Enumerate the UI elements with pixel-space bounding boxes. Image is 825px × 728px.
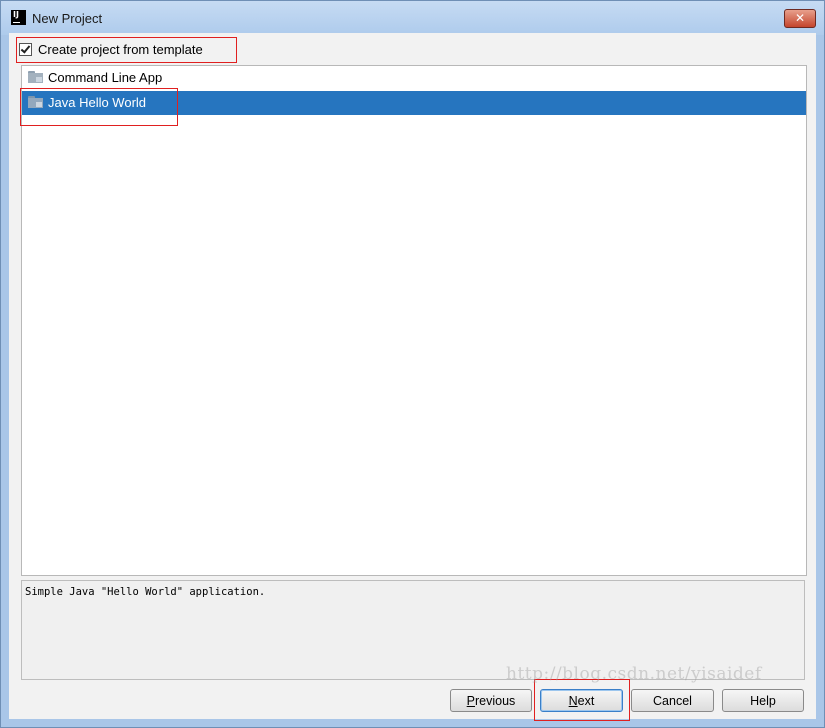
cancel-button[interactable]: Cancel xyxy=(631,689,714,712)
new-project-dialog: IJ New Project ✕ Create project from tem… xyxy=(0,0,825,728)
template-item-label: Java Hello World xyxy=(48,95,147,110)
close-icon: ✕ xyxy=(794,11,806,25)
folder-icon xyxy=(28,71,43,83)
intellij-app-icon: IJ xyxy=(11,10,26,25)
watermark: http://blog.csdn.net/yisaidef xyxy=(506,664,762,684)
template-item-label: Command Line App xyxy=(48,70,163,85)
help-button[interactable]: Help xyxy=(722,689,804,712)
next-button[interactable]: Next xyxy=(540,689,623,712)
title-bar[interactable]: IJ New Project ✕ xyxy=(1,1,824,35)
dialog-content: Create project from template Command Lin… xyxy=(9,33,816,721)
create-from-template-checkbox[interactable] xyxy=(19,43,32,56)
template-item-java-hello-world[interactable]: Java Hello World xyxy=(22,91,806,115)
previous-button[interactable]: Previous xyxy=(450,689,532,712)
template-description: Simple Java "Hello World" application. xyxy=(25,586,266,598)
close-button[interactable]: ✕ xyxy=(784,9,816,28)
folder-icon xyxy=(28,96,43,108)
window-title: New Project xyxy=(32,11,103,26)
template-list[interactable]: Command Line App Java Hello World xyxy=(21,65,807,576)
create-from-template-label[interactable]: Create project from template xyxy=(38,42,203,57)
template-item-command-line-app[interactable]: Command Line App xyxy=(22,66,806,90)
